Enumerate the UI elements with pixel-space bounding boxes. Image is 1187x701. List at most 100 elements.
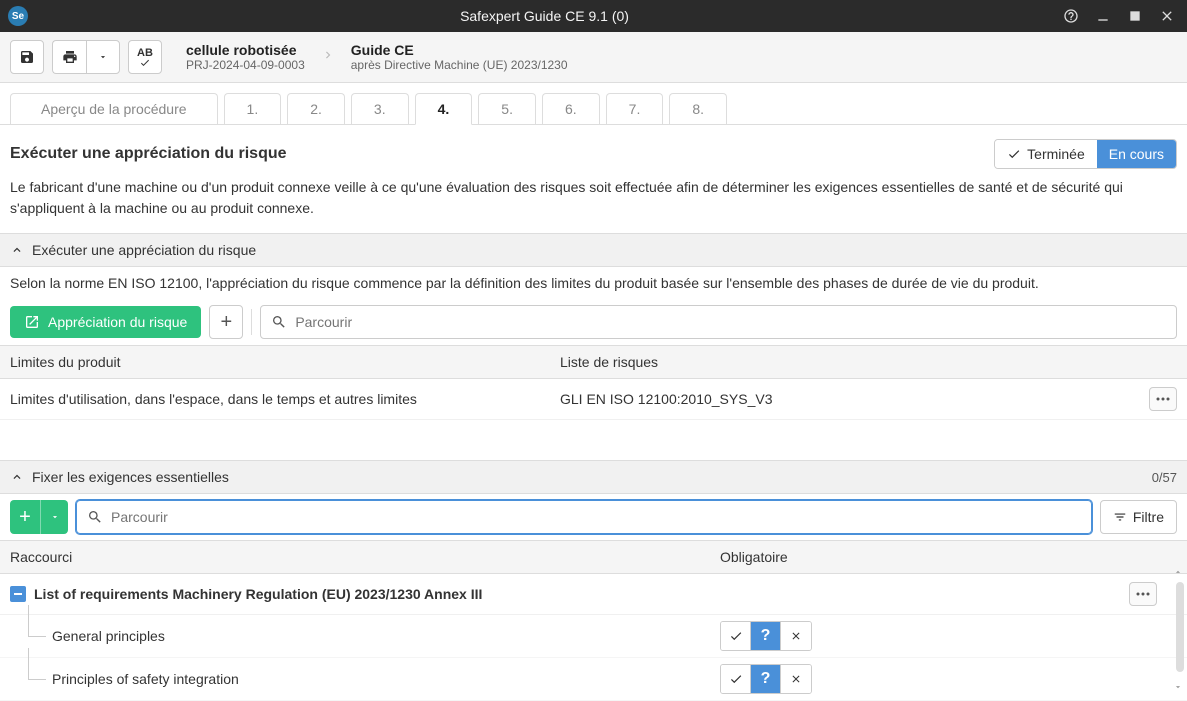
step-title: Exécuter une appréciation du risque — [10, 145, 287, 163]
add-requirement-dropdown[interactable] — [40, 500, 68, 534]
help-icon[interactable] — [1059, 4, 1083, 28]
tab-1[interactable]: 1. — [224, 93, 282, 124]
cell-limits: Limites d'utilisation, dans l'espace, da… — [10, 391, 560, 407]
requirements-search[interactable] — [76, 500, 1092, 534]
step-tabs: Aperçu de la procédure 1. 2. 3. 4. 5. 6.… — [0, 83, 1187, 125]
filter-label: Filtre — [1133, 509, 1164, 525]
mandatory-unknown-button[interactable]: ? — [751, 622, 781, 650]
print-group — [52, 40, 120, 74]
status-in-progress-button[interactable]: En cours — [1097, 140, 1176, 168]
requirement-row[interactable]: General principles ? — [0, 615, 1187, 658]
mandatory-unknown-button[interactable]: ? — [751, 665, 781, 693]
collapse-icon[interactable] — [10, 586, 26, 602]
panel-requirements-header[interactable]: Fixer les exigences essentielles 0/57 — [0, 460, 1187, 494]
maximize-icon[interactable] — [1123, 4, 1147, 28]
tab-overview[interactable]: Aperçu de la procédure — [10, 93, 218, 124]
group-title: List of requirements Machinery Regulatio… — [34, 586, 1129, 602]
mandatory-toggle: ? — [720, 664, 812, 694]
panel-risk-header[interactable]: Exécuter une appréciation du risque — [0, 233, 1187, 267]
chevron-right-icon — [321, 48, 335, 67]
risk-search[interactable] — [260, 305, 1177, 339]
chevron-up-icon — [10, 243, 24, 257]
requirements-group-row[interactable]: List of requirements Machinery Regulatio… — [0, 574, 1187, 615]
separator — [251, 309, 252, 335]
status-completed-label: Terminée — [1027, 146, 1085, 162]
requirement-label: General principles — [52, 628, 720, 644]
more-horizontal-icon — [1136, 592, 1150, 596]
external-link-icon — [24, 314, 40, 330]
col-limits-header[interactable]: Limites du produit — [10, 354, 560, 370]
col-mandatory-header[interactable]: Obligatoire — [720, 549, 1070, 565]
tab-5[interactable]: 5. — [478, 93, 536, 124]
mandatory-yes-button[interactable] — [721, 665, 751, 693]
chevron-up-icon — [10, 470, 24, 484]
minimize-icon[interactable] — [1091, 4, 1115, 28]
check-icon — [729, 629, 743, 643]
print-dropdown[interactable] — [86, 40, 120, 74]
add-requirement-group: + — [10, 500, 68, 534]
mandatory-no-button[interactable] — [781, 665, 811, 693]
status-toggle: Terminée En cours — [994, 139, 1177, 169]
print-button[interactable] — [52, 40, 86, 74]
tab-4[interactable]: 4. — [415, 93, 473, 125]
filter-button[interactable]: Filtre — [1100, 500, 1177, 534]
risk-assessment-label: Appréciation du risque — [48, 314, 187, 330]
window-title: Safexpert Guide CE 9.1 (0) — [38, 8, 1051, 24]
scrollbar-thumb[interactable] — [1176, 582, 1184, 672]
risk-table-row[interactable]: Limites d'utilisation, dans l'espace, da… — [0, 379, 1187, 420]
mandatory-no-button[interactable] — [781, 622, 811, 650]
filter-icon — [1113, 510, 1127, 524]
search-icon — [271, 314, 287, 330]
spellcheck-button[interactable]: AB — [128, 40, 162, 74]
tab-3[interactable]: 3. — [351, 93, 409, 124]
more-horizontal-icon — [1156, 397, 1170, 401]
x-icon — [790, 630, 802, 642]
mandatory-toggle: ? — [720, 621, 812, 651]
scroll-up-icon[interactable] — [1169, 563, 1187, 581]
risk-table-header: Limites du produit Liste de risques — [0, 345, 1187, 379]
requirements-table-header: Raccourci Obligatoire — [0, 540, 1187, 574]
group-actions-button[interactable] — [1129, 582, 1157, 606]
x-icon — [790, 673, 802, 685]
risk-toolbar: Appréciation du risque + — [0, 299, 1187, 345]
risk-search-input[interactable] — [295, 314, 1166, 330]
breadcrumb-guide-title: Guide CE — [351, 42, 568, 58]
save-button[interactable] — [10, 40, 44, 74]
col-risklist-header[interactable]: Liste de risques — [560, 354, 1117, 370]
app-icon: Se — [8, 6, 28, 26]
status-completed-button[interactable]: Terminée — [995, 140, 1097, 168]
breadcrumb-guide[interactable]: Guide CE après Directive Machine (UE) 20… — [351, 42, 568, 72]
requirements-counter: 0/57 — [1152, 470, 1177, 485]
breadcrumb: cellule robotisée PRJ-2024-04-09-0003 Gu… — [186, 42, 568, 72]
requirements-toolbar: + Filtre — [0, 494, 1187, 540]
close-icon[interactable] — [1155, 4, 1179, 28]
mandatory-yes-button[interactable] — [721, 622, 751, 650]
panel-requirements-title: Fixer les exigences essentielles — [32, 469, 229, 485]
risk-assessment-button[interactable]: Appréciation du risque — [10, 306, 201, 338]
main-toolbar: AB cellule robotisée PRJ-2024-04-09-0003… — [0, 32, 1187, 83]
breadcrumb-project[interactable]: cellule robotisée PRJ-2024-04-09-0003 — [186, 42, 305, 72]
tab-7[interactable]: 7. — [606, 93, 664, 124]
tab-8[interactable]: 8. — [669, 93, 727, 124]
requirement-label: Principles of safety integration — [52, 671, 720, 687]
step-header: Exécuter une appréciation du risque Term… — [0, 125, 1187, 177]
panel-risk-subtext: Selon la norme EN ISO 12100, l'appréciat… — [0, 267, 1187, 299]
check-icon — [729, 672, 743, 686]
add-requirement-button[interactable]: + — [10, 500, 40, 534]
titlebar: Se Safexpert Guide CE 9.1 (0) — [0, 0, 1187, 32]
add-risk-button[interactable]: + — [209, 305, 243, 339]
step-description: Le fabricant d'une machine ou d'un produ… — [0, 177, 1187, 233]
requirement-row[interactable]: Principles of safety integration ? — [0, 658, 1187, 701]
col-shortcut-header[interactable]: Raccourci — [10, 549, 720, 565]
panel-risk-title: Exécuter une appréciation du risque — [32, 242, 256, 258]
scroll-down-icon[interactable] — [1169, 678, 1187, 696]
row-actions-button[interactable] — [1149, 387, 1177, 411]
requirements-search-input[interactable] — [111, 509, 1081, 525]
cell-risklist: GLI EN ISO 12100:2010_SYS_V3 — [560, 391, 1117, 407]
search-icon — [87, 509, 103, 525]
tab-2[interactable]: 2. — [287, 93, 345, 124]
status-in-progress-label: En cours — [1109, 146, 1164, 162]
ab-label: AB — [137, 48, 153, 59]
breadcrumb-project-sub: PRJ-2024-04-09-0003 — [186, 58, 305, 72]
tab-6[interactable]: 6. — [542, 93, 600, 124]
